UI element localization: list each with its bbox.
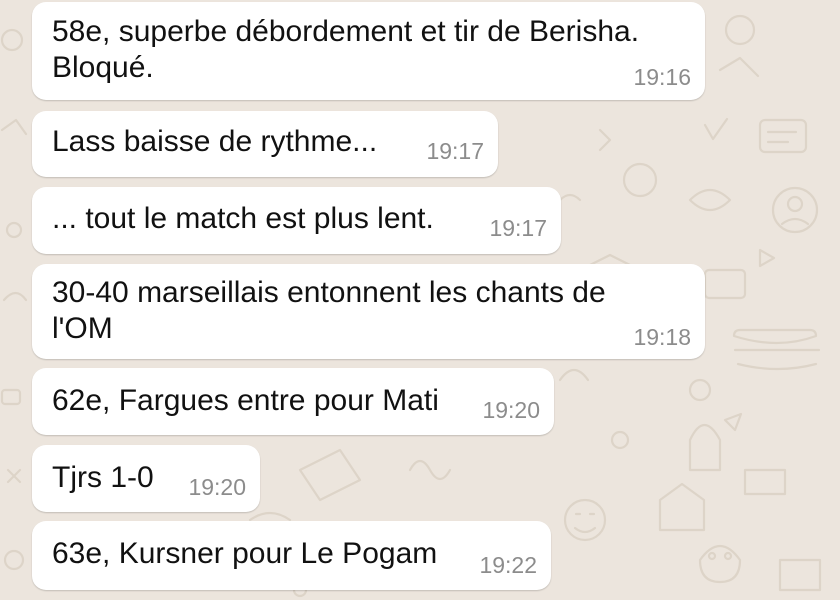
message-timestamp: 19:17 bbox=[489, 215, 547, 241]
message-bubble[interactable]: 58e, superbe débordement et tir de Beris… bbox=[32, 2, 705, 100]
message-timestamp: 19:17 bbox=[426, 138, 484, 164]
message-text: Tjrs 1-0 bbox=[52, 461, 154, 494]
message-bubble[interactable]: ... tout le match est plus lent. 19:17 bbox=[32, 187, 561, 254]
message-timestamp: 19:22 bbox=[479, 552, 537, 578]
message-bubble[interactable]: Tjrs 1-0 19:20 bbox=[32, 445, 260, 512]
message-text: 58e, superbe débordement et tir de Beris… bbox=[52, 15, 640, 84]
message-text: Lass baisse de rythme... bbox=[52, 125, 378, 158]
message-text: 62e, Fargues entre pour Mati bbox=[52, 384, 439, 417]
message-text: ... tout le match est plus lent. bbox=[52, 202, 434, 235]
message-bubble[interactable]: Lass baisse de rythme... 19:17 bbox=[32, 111, 498, 177]
message-timestamp: 19:20 bbox=[482, 397, 540, 423]
message-timestamp: 19:16 bbox=[633, 64, 691, 90]
message-text: 63e, Kursner pour Le Pogam bbox=[52, 537, 438, 570]
message-text: 30-40 marseillais entonnent les chants d… bbox=[52, 276, 606, 345]
message-timestamp: 19:18 bbox=[633, 324, 691, 350]
message-timestamp: 19:20 bbox=[188, 474, 246, 500]
message-bubble[interactable]: 30-40 marseillais entonnent les chants d… bbox=[32, 264, 705, 359]
message-bubble[interactable]: 62e, Fargues entre pour Mati 19:20 bbox=[32, 368, 554, 435]
message-list[interactable]: 58e, superbe débordement et tir de Beris… bbox=[0, 0, 840, 600]
message-bubble[interactable]: 63e, Kursner pour Le Pogam 19:22 bbox=[32, 521, 551, 590]
